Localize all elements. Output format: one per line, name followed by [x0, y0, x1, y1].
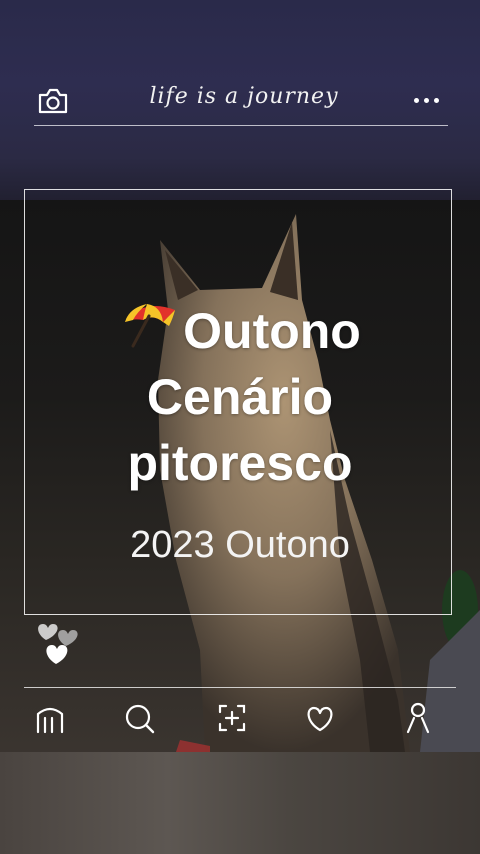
home-icon[interactable] [30, 698, 70, 738]
brand-text: life is a journey [149, 84, 339, 109]
card-title: Outono Cenário pitoresco [0, 296, 480, 496]
profile-icon[interactable] [398, 698, 438, 738]
nav-divider [24, 687, 456, 688]
top-bar: life is a journey [34, 80, 448, 126]
title-line-1: Outono [0, 296, 480, 364]
umbrella-on-ground-icon [125, 304, 176, 348]
hearts-icon[interactable] [32, 620, 82, 668]
title-line-2: Cenário [146, 369, 334, 425]
camera-icon[interactable] [36, 86, 70, 116]
more-horizontal-icon[interactable] [412, 88, 442, 112]
search-icon[interactable] [120, 698, 160, 738]
card-subtitle: 2023 Outono [130, 524, 350, 566]
title-line-3: pitoresco [127, 435, 353, 491]
bottom-nav [0, 694, 480, 744]
title-text-1: Outono [183, 303, 361, 359]
heart-icon[interactable] [300, 698, 340, 738]
add-photo-icon[interactable] [212, 698, 252, 738]
header-divider [34, 125, 448, 126]
